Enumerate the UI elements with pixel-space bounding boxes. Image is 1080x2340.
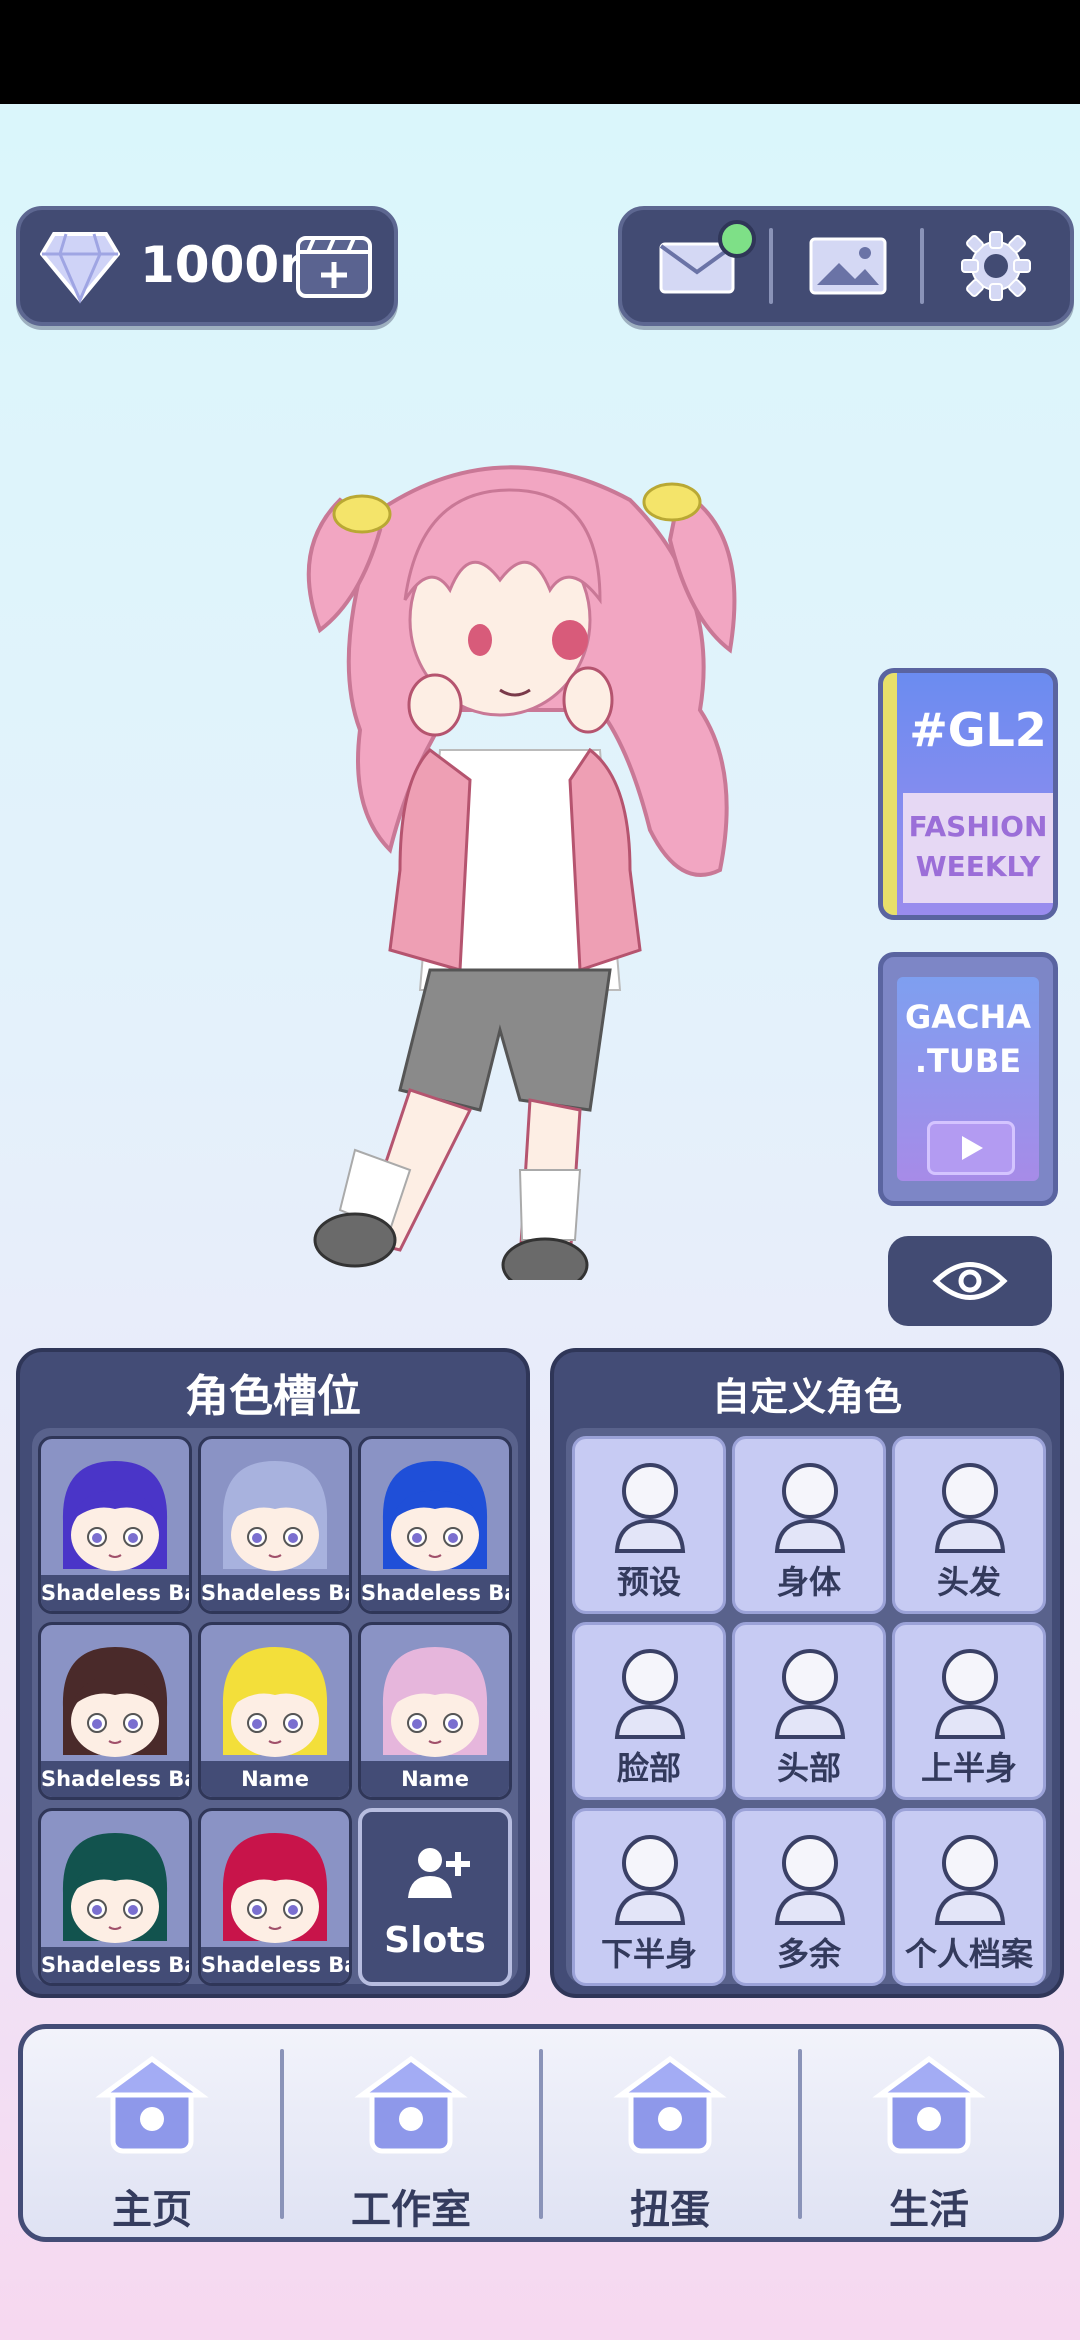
- mail-button[interactable]: [622, 210, 771, 322]
- fashion-weekly-banner[interactable]: #GL2 FASHION WEEKLY: [878, 668, 1058, 920]
- currency-panel: 1000m: [16, 206, 398, 326]
- slot-name-label: Name: [361, 1761, 509, 1797]
- customize-option[interactable]: 头发: [892, 1436, 1046, 1614]
- slots-panel-title: 角色槽位: [185, 1371, 361, 1422]
- gallery-button[interactable]: [773, 210, 922, 322]
- character-avatar-icon: [222, 1647, 328, 1757]
- nav-item[interactable]: 扭蛋: [541, 2029, 799, 2237]
- customize-option[interactable]: 个人档案: [892, 1808, 1046, 1986]
- add-slots-label: Slots: [384, 1920, 486, 1961]
- customize-option-label: 身体: [776, 1563, 841, 1601]
- customize-option-label: 上半身: [920, 1749, 1017, 1787]
- customize-grid: 预设 身体 头发脸部 头部 上半身下半身 多余 个人档案: [566, 1428, 1052, 1986]
- studio-clapper-icon: [354, 2055, 468, 2154]
- upper-body-icon: [934, 1649, 1006, 1739]
- character-avatar-icon: [222, 1461, 328, 1571]
- character-slot[interactable]: Shadeless Bas: [198, 1808, 352, 1986]
- character-slot[interactable]: Name: [198, 1622, 352, 1800]
- notification-dot: [718, 220, 756, 258]
- add-currency-video-icon[interactable]: [294, 230, 374, 302]
- nav-item[interactable]: 生活: [800, 2029, 1058, 2237]
- add-person-icon: [408, 1848, 470, 1898]
- character-avatar-icon: [62, 1461, 168, 1571]
- character-avatar-icon: [222, 1833, 328, 1943]
- customize-option-label: 预设: [616, 1563, 681, 1601]
- slot-name-label: Shadeless Bas: [41, 1575, 189, 1611]
- customize-option-label: 多余: [776, 1935, 841, 1973]
- gacha-tube-banner[interactable]: GACHA .TUBE: [878, 952, 1058, 1206]
- slots-grid: Shadeless Bas Shadeless Bas Shadeless Bas S…: [32, 1428, 518, 1986]
- slot-name-label: Shadeless Bas: [361, 1575, 509, 1611]
- customize-option[interactable]: 上半身: [892, 1622, 1046, 1800]
- face-icon: [614, 1649, 686, 1739]
- currency-amount: 1000m: [140, 236, 310, 294]
- nav-item[interactable]: 工作室: [282, 2029, 540, 2237]
- add-slots-button[interactable]: Slots: [358, 1808, 512, 1986]
- character-slot[interactable]: Name: [358, 1622, 512, 1800]
- life-flower-icon: [872, 2055, 986, 2154]
- slot-name-label: Shadeless Bas: [41, 1761, 189, 1797]
- slot-name-label: Shadeless Bas: [201, 1947, 349, 1983]
- banner-subtitle: FASHION WEEKLY: [903, 793, 1053, 903]
- gacha-egg-icon: [613, 2055, 727, 2154]
- customize-character-panel: 自定义角色 预设 身体 头发脸部 头部 上半身下半身 多余 个人档案: [550, 1348, 1064, 1998]
- tube-title: GACHA .TUBE: [904, 998, 1032, 1080]
- extra-icon: [774, 1835, 846, 1925]
- play-icon: [927, 1121, 1015, 1175]
- character-slot[interactable]: Shadeless Bas: [38, 1622, 192, 1800]
- slot-name-label: Shadeless Bas: [41, 1947, 189, 1983]
- customize-option-label: 头发: [936, 1563, 1001, 1601]
- preset-icon: [614, 1463, 686, 1553]
- nav-item[interactable]: 主页: [23, 2029, 281, 2237]
- home-icon: [95, 2055, 209, 2154]
- hair-icon: [934, 1463, 1006, 1553]
- character-avatar-icon: [382, 1647, 488, 1757]
- nav-item-label: 主页: [112, 2187, 192, 2233]
- slot-name-label: Shadeless Bas: [201, 1575, 349, 1611]
- character-slot[interactable]: Shadeless Bas: [38, 1436, 192, 1614]
- custom-panel-title: 自定义角色: [711, 1375, 902, 1419]
- nav-item-label: 生活: [889, 2187, 969, 2233]
- image-icon: [809, 237, 886, 295]
- top-actions-bar: [618, 206, 1074, 326]
- character-slot[interactable]: Shadeless Bas: [198, 1436, 352, 1614]
- customize-option-label: 头部: [776, 1749, 841, 1787]
- customize-option[interactable]: 预设: [572, 1436, 726, 1614]
- toggle-visibility-button[interactable]: [888, 1236, 1052, 1326]
- profile-icon: [934, 1835, 1006, 1925]
- customize-option[interactable]: 身体: [732, 1436, 886, 1614]
- status-bar: [0, 0, 1080, 104]
- character-preview[interactable]: [300, 450, 780, 1280]
- body-icon: [774, 1463, 846, 1553]
- lower-body-icon: [614, 1835, 686, 1925]
- customize-option[interactable]: 脸部: [572, 1622, 726, 1800]
- gear-icon: [960, 231, 1031, 301]
- customize-option-label: 个人档案: [904, 1935, 1033, 1973]
- character-slots-panel: 角色槽位 Shadeless BasShadeless BasShadeless…: [16, 1348, 530, 1998]
- nav-item-label: 扭蛋: [630, 2187, 710, 2233]
- customize-option[interactable]: 多余: [732, 1808, 886, 1986]
- character-avatar-icon: [62, 1647, 168, 1757]
- character-avatar-icon: [382, 1461, 488, 1571]
- banner-title: #GL2: [909, 703, 1047, 757]
- eye-icon: [932, 1262, 1008, 1300]
- bottom-navigation: 主页 工作室 扭蛋 生活: [18, 2024, 1064, 2242]
- character-slot[interactable]: Shadeless Bas: [38, 1808, 192, 1986]
- customize-option[interactable]: 下半身: [572, 1808, 726, 1986]
- customize-option-label: 下半身: [600, 1935, 697, 1973]
- character-avatar-icon: [62, 1833, 168, 1943]
- character-slot[interactable]: Shadeless Bas: [358, 1436, 512, 1614]
- diamond-icon: [40, 232, 120, 304]
- customize-option-label: 脸部: [616, 1749, 681, 1787]
- nav-item-label: 工作室: [351, 2187, 471, 2233]
- settings-button[interactable]: [921, 210, 1070, 322]
- customize-option[interactable]: 头部: [732, 1622, 886, 1800]
- slot-name-label: Name: [201, 1761, 349, 1797]
- head-accessory-icon: [774, 1649, 846, 1739]
